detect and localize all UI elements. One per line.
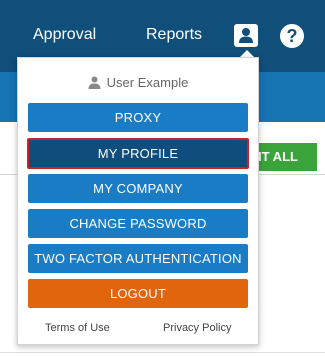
user-icon [88, 76, 101, 89]
menu-item-proxy[interactable]: PROXY [28, 103, 248, 132]
menu-item-logout[interactable]: LOGOUT [28, 279, 248, 308]
menu-item-my-company[interactable]: MY COMPANY [28, 174, 248, 203]
question-mark-icon: ? [286, 26, 298, 46]
bottom-divider [0, 352, 325, 353]
menu-item-my-profile[interactable]: MY PROFILE [27, 138, 249, 169]
nav-approval[interactable]: Approval [33, 25, 96, 45]
submit-all-button[interactable]: IT ALL [250, 143, 317, 171]
menu-item-two-factor-authentication[interactable]: TWO FACTOR AUTHENTICATION [28, 244, 248, 273]
privacy-policy-link[interactable]: Privacy Policy [163, 321, 231, 335]
user-icon [239, 28, 253, 43]
profile-dropdown-menu: User Example PROXY MY PROFILE MY COMPANY… [17, 57, 259, 345]
help-button[interactable]: ? [280, 24, 304, 48]
menu-item-change-password[interactable]: CHANGE PASSWORD [28, 209, 248, 238]
terms-of-use-link[interactable]: Terms of Use [45, 321, 110, 335]
nav-reports[interactable]: Reports [146, 25, 202, 45]
profile-menu-button[interactable] [234, 24, 258, 47]
user-name: User Example [106, 75, 189, 90]
dropdown-user-row: User Example [18, 75, 258, 91]
